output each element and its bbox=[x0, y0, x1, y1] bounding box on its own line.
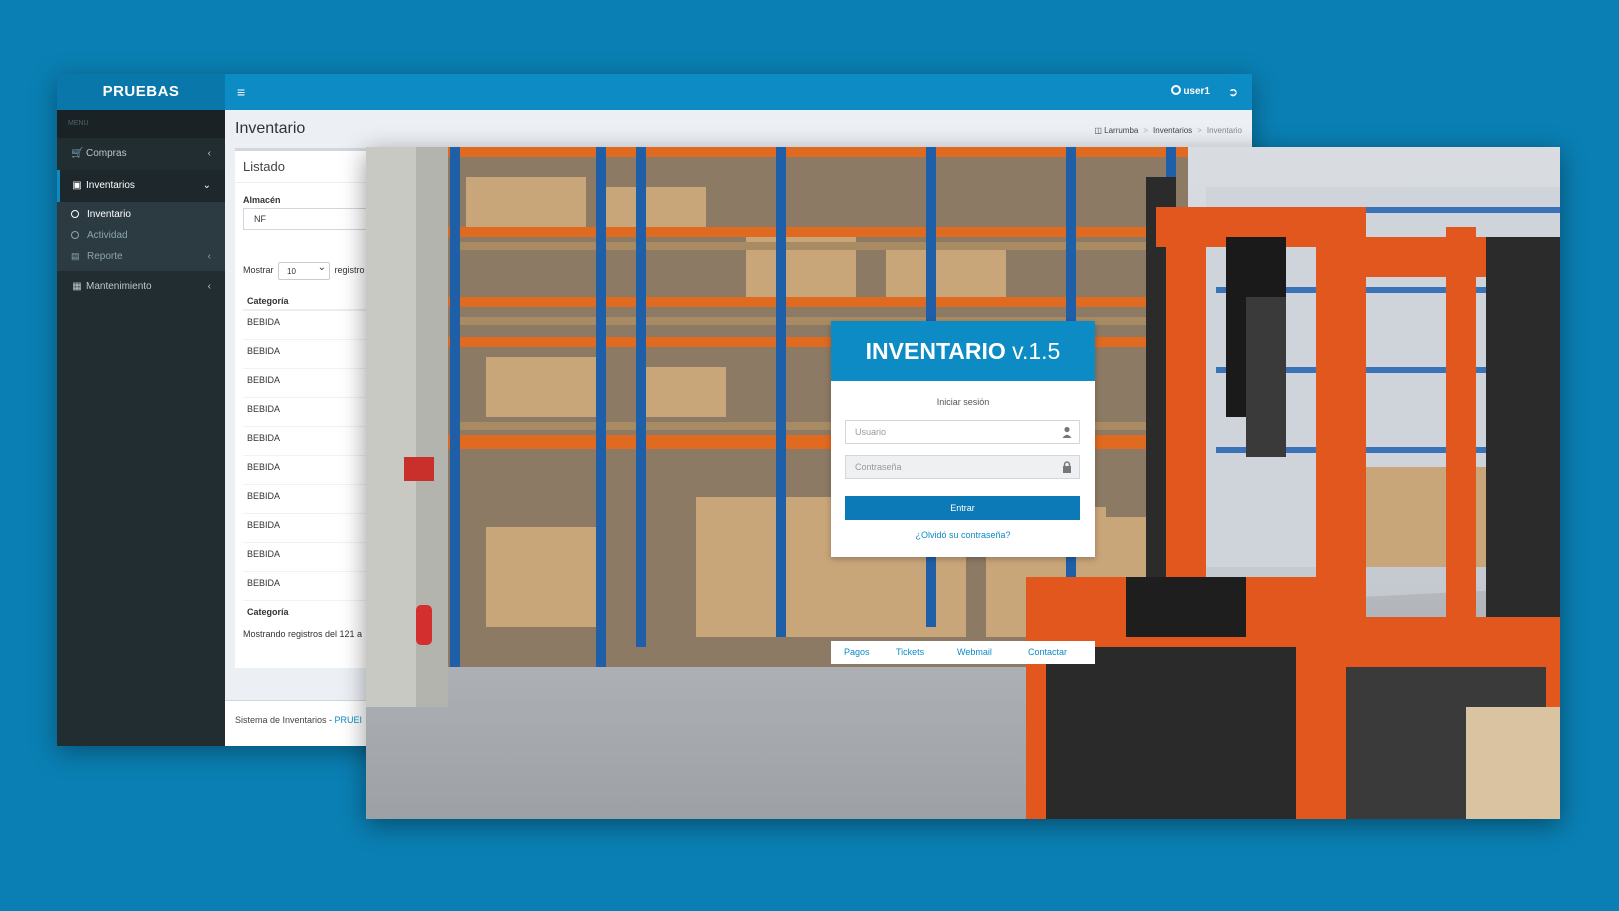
sidebar-item-label: Compras bbox=[86, 148, 127, 159]
cart-icon: 🛒 bbox=[71, 148, 84, 159]
footer-link[interactable]: PRUEI bbox=[335, 715, 363, 725]
forgot-password-link[interactable]: ¿Olvidó su contraseña? bbox=[831, 530, 1095, 540]
user-name: user1 bbox=[1183, 86, 1210, 97]
cubes-icon: ▣ bbox=[72, 180, 82, 191]
password-placeholder: Contraseña bbox=[855, 462, 902, 472]
sidebar-item-label: Mantenimiento bbox=[86, 281, 152, 292]
chevron-left-icon: ‹ bbox=[207, 251, 211, 262]
circle-icon bbox=[71, 231, 79, 239]
breadcrumb-item[interactable]: Larrumba bbox=[1104, 126, 1138, 135]
show-label: Mostrar bbox=[243, 265, 274, 275]
sign-out-icon[interactable]: ➲ bbox=[1228, 74, 1238, 110]
sidebar: MENU 🛒 Compras ‹ ▣ Inventarios ⌄ Inventari… bbox=[57, 110, 225, 746]
page-length-control: Mostrar 10 registro bbox=[243, 259, 365, 280]
page-title: Inventario bbox=[235, 120, 306, 137]
top-navbar: ≡ user1 ➲ bbox=[225, 74, 1252, 110]
subitem-label: Reporte bbox=[87, 251, 123, 262]
footer-text: Sistema de Inventarios - bbox=[235, 715, 335, 725]
table-info: Mostrando registros del 121 a bbox=[243, 629, 363, 639]
sidebar-subitem-actividad[interactable]: Actividad bbox=[57, 225, 225, 246]
link-contactar[interactable]: Contactar bbox=[1028, 647, 1067, 657]
sidebar-subitem-reporte[interactable]: ▤ Reporte ‹ bbox=[57, 246, 225, 267]
chevron-down-icon: ⌄ bbox=[202, 180, 211, 191]
link-webmail[interactable]: Webmail bbox=[957, 647, 992, 657]
sidebar-item-label: Inventarios bbox=[86, 180, 135, 191]
login-button[interactable]: Entrar bbox=[845, 496, 1080, 520]
lock-icon bbox=[1063, 461, 1071, 473]
link-tickets[interactable]: Tickets bbox=[896, 647, 924, 657]
subitem-label: Actividad bbox=[87, 230, 128, 241]
subitem-label: Inventario bbox=[87, 209, 131, 220]
login-title: INVENTARIO v.1.5 bbox=[831, 321, 1095, 381]
bar-chart-icon: ▤ bbox=[71, 251, 80, 261]
show-suffix: registro bbox=[334, 265, 365, 275]
sidebar-item-inventarios[interactable]: ▣ Inventarios ⌄ bbox=[57, 170, 225, 202]
link-pagos[interactable]: Pagos bbox=[844, 647, 870, 657]
password-field[interactable]: Contraseña bbox=[845, 455, 1080, 479]
login-footer-links: Pagos Tickets Webmail Contactar bbox=[831, 641, 1095, 664]
username-placeholder: Usuario bbox=[855, 427, 887, 437]
app-version: v.1.5 bbox=[1005, 338, 1061, 364]
login-card: INVENTARIO v.1.5 Iniciar sesión Usuario … bbox=[831, 321, 1095, 557]
sidebar-header: MENU bbox=[57, 110, 225, 138]
sidebar-toggle-icon[interactable]: ≡ bbox=[237, 74, 245, 110]
user-circle-icon bbox=[1171, 85, 1182, 95]
table-icon: ▦ bbox=[72, 281, 82, 292]
sidebar-item-mantenimiento[interactable]: ▦ Mantenimiento ‹ bbox=[57, 271, 225, 303]
chevron-left-icon: ‹ bbox=[207, 281, 211, 292]
database-icon: ◫ bbox=[1094, 126, 1102, 135]
sidebar-submenu: Inventario Actividad ▤ Reporte ‹ bbox=[57, 202, 225, 271]
circle-icon bbox=[71, 210, 79, 218]
breadcrumb: ◫ Larrumba > Inventarios > Inventario bbox=[1094, 126, 1242, 135]
login-window: INVENTARIO v.1.5 Iniciar sesión Usuario … bbox=[366, 147, 1560, 819]
brand-logo[interactable]: PRUEBAS bbox=[57, 74, 225, 110]
app-name: INVENTARIO bbox=[865, 338, 1006, 364]
sidebar-item-compras[interactable]: 🛒 Compras ‹ bbox=[57, 138, 225, 170]
chevron-left-icon: ‹ bbox=[207, 148, 211, 159]
user-menu[interactable]: user1 bbox=[1171, 74, 1210, 110]
username-field[interactable]: Usuario bbox=[845, 420, 1080, 444]
page-length-select[interactable]: 10 bbox=[278, 259, 331, 280]
sidebar-subitem-inventario[interactable]: Inventario bbox=[57, 204, 225, 225]
breadcrumb-item[interactable]: Inventarios bbox=[1153, 126, 1192, 135]
person-icon bbox=[1062, 426, 1072, 438]
login-subtitle: Iniciar sesión bbox=[936, 397, 990, 407]
breadcrumb-current: Inventario bbox=[1206, 126, 1242, 135]
